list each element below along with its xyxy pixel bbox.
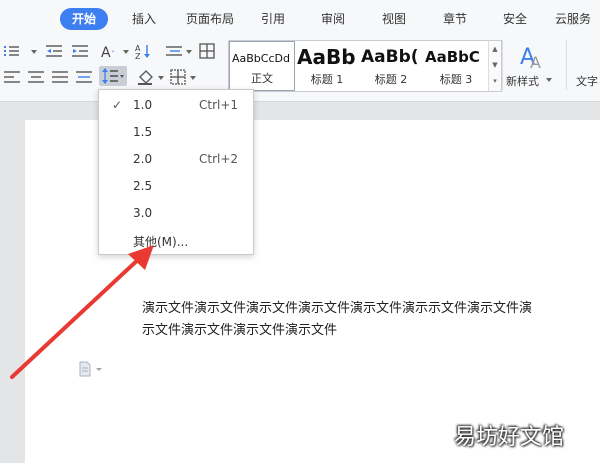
text-line: 示文件演示文件演示文件演示文件	[142, 323, 338, 338]
tab-review[interactable]: 审阅	[315, 8, 351, 30]
style-label: 标题 3	[439, 73, 473, 86]
chevron-down-icon[interactable]	[31, 50, 37, 54]
line-spacing-option-other[interactable]: 其他(M)...	[99, 227, 253, 254]
align-left-icon[interactable]	[2, 67, 22, 87]
increase-indent-icon[interactable]	[70, 41, 90, 61]
line-spacing-option-1-5[interactable]: 1.5	[99, 119, 253, 146]
line-spacing-option-1-0[interactable]: ✓ 1.0 Ctrl+1	[99, 92, 253, 119]
checkmark-icon: ✓	[112, 98, 123, 112]
svg-text:A: A	[530, 53, 541, 70]
scroll-down-icon[interactable]: ▼	[489, 57, 501, 73]
divider	[502, 40, 503, 90]
style-heading-3[interactable]: AaBbC 标题 3	[423, 41, 489, 91]
svg-text:A: A	[101, 45, 111, 59]
style-label: 标题 2	[374, 73, 408, 86]
sort-icon[interactable]: AZ	[133, 41, 153, 61]
gallery-scrollbar[interactable]: ▲ ▼ ▾	[488, 41, 501, 91]
decrease-indent-icon[interactable]	[44, 41, 64, 61]
shading-fill-icon[interactable]	[136, 67, 156, 87]
style-label: 正文	[251, 72, 273, 85]
ribbon-tabs: 开始 插入 页面布局 引用 审阅 视图 章节 安全 云服务	[0, 8, 600, 30]
tab-home[interactable]: 开始	[60, 8, 108, 30]
tab-stop-icon[interactable]	[164, 41, 184, 61]
shortcut-text: Ctrl+2	[199, 152, 239, 166]
line-spacing-button[interactable]	[99, 66, 127, 86]
ribbon-toolbar: 开始 插入 页面布局 引用 审阅 视图 章节 安全 云服务 Aˆ AZ AaBb…	[0, 0, 600, 102]
chevron-down-icon[interactable]	[158, 76, 164, 80]
chevron-down-icon[interactable]	[190, 76, 196, 80]
tab-cloud-service[interactable]: 云服务	[549, 8, 597, 30]
tab-view[interactable]: 视图	[376, 8, 412, 30]
change-case-icon[interactable]: Aˆ	[100, 41, 120, 61]
gallery-more-icon[interactable]: ▾	[489, 73, 501, 89]
line-spacing-option-2-5[interactable]: 2.5	[99, 173, 253, 200]
tab-security[interactable]: 安全	[497, 8, 533, 30]
new-style-icon: AA	[518, 42, 546, 74]
justify-icon[interactable]	[50, 67, 70, 87]
chevron-down-icon[interactable]	[123, 50, 129, 54]
text-line: 演示文件演示文件演示文件演示文件演示文件演示示文件演示文件演	[142, 301, 533, 316]
style-normal[interactable]: AaBbCcDd 正文	[229, 41, 295, 91]
watermark: 易坊好文馆	[454, 425, 565, 450]
tab-references[interactable]: 引用	[255, 8, 291, 30]
distributed-align-icon[interactable]	[74, 67, 94, 87]
text-tools-button[interactable]: 文字	[576, 40, 600, 92]
chevron-down-icon[interactable]	[546, 78, 552, 82]
new-style-button[interactable]: AA 新样式	[506, 40, 556, 92]
bullet-list-icon[interactable]	[2, 41, 22, 61]
style-gallery: AaBbCcDd 正文 AaBb 标题 1 AaBb( 标题 2 AaBbC 标…	[228, 40, 502, 92]
svg-text:ˆ: ˆ	[111, 49, 115, 59]
tab-insert[interactable]: 插入	[126, 8, 162, 30]
line-spacing-option-3-0[interactable]: 3.0	[99, 200, 253, 227]
tab-section[interactable]: 章节	[437, 8, 473, 30]
style-heading-1[interactable]: AaBb 标题 1	[295, 41, 359, 91]
document-body-text[interactable]: 演示文件演示文件演示文件演示文件演示文件演示示文件演示文件演 示文件演示文件演示…	[142, 298, 574, 342]
paragraph-layout-icon[interactable]	[78, 361, 104, 381]
divider	[566, 40, 567, 90]
shortcut-text: Ctrl+1	[199, 98, 239, 112]
style-heading-2[interactable]: AaBb( 标题 2	[359, 41, 423, 91]
border-icon[interactable]	[168, 67, 188, 87]
line-spacing-option-2-0[interactable]: 2.0 Ctrl+2	[99, 146, 253, 173]
line-spacing-dropdown: ✓ 1.0 Ctrl+1 1.5 2.0 Ctrl+2 2.5 3.0 其他(M…	[98, 89, 254, 255]
scroll-up-icon[interactable]: ▲	[489, 41, 501, 57]
tab-page-layout[interactable]: 页面布局	[180, 8, 240, 30]
table-borders-icon[interactable]	[197, 41, 217, 61]
chevron-down-icon[interactable]	[186, 50, 192, 54]
svg-text:Z: Z	[135, 52, 141, 59]
align-center-icon[interactable]	[26, 67, 46, 87]
style-label: 标题 1	[310, 73, 344, 86]
